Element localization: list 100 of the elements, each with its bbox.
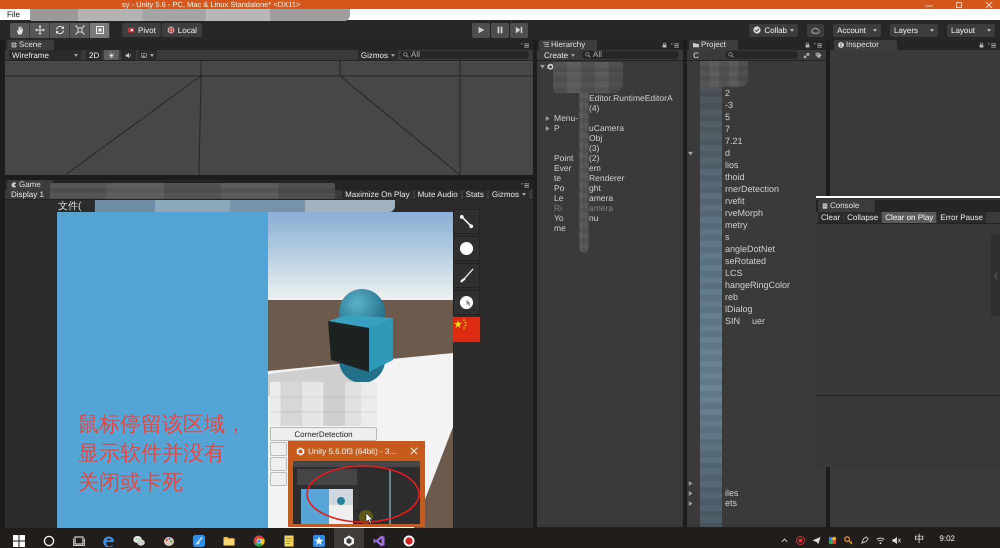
move-tool-button[interactable] <box>30 22 50 38</box>
wifi-icon[interactable] <box>876 536 886 544</box>
object-name[interactable]: Editor.RuntimeEditorA <box>589 93 673 103</box>
lighting-toggle[interactable] <box>104 50 120 60</box>
console-toggle-button[interactable]: Clear <box>818 212 844 223</box>
asset-name[interactable]: rnerDetection <box>725 184 780 194</box>
panel-menu-icon[interactable] <box>814 42 822 48</box>
panel-menu-icon[interactable] <box>988 42 996 48</box>
key-icon[interactable] <box>844 536 854 544</box>
lock-icon[interactable] <box>662 42 667 48</box>
asset-name[interactable]: metry <box>725 220 748 230</box>
object-name[interactable]: uCamera <box>589 123 624 133</box>
asset-name[interactable]: rveMorph <box>725 208 764 218</box>
side-handle[interactable] <box>991 235 1000 316</box>
asset-name[interactable]: uer <box>752 316 766 326</box>
toggle-2d-button[interactable]: 2D <box>86 50 102 60</box>
asset-name[interactable]: rvefit <box>725 196 745 206</box>
panel-menu-icon[interactable] <box>521 42 529 48</box>
object-name[interactable]: (4) <box>589 103 600 113</box>
object-name[interactable]: Renderer <box>589 173 624 183</box>
console-toggle-button[interactable]: Collapse <box>844 212 882 223</box>
gizmos-dropdown[interactable]: Gizmos <box>358 50 398 60</box>
console-tab[interactable]: Console <box>818 200 876 212</box>
asset-name[interactable]: s <box>725 232 730 242</box>
asset-name[interactable]: thoid <box>725 172 745 182</box>
object-name[interactable]: P <box>554 123 560 133</box>
dropdown-button[interactable]: Layout <box>947 24 995 36</box>
play-button[interactable] <box>472 22 490 38</box>
display-dropdown[interactable]: Display 1 <box>9 190 47 200</box>
expanded-arrow-icon[interactable] <box>688 150 693 156</box>
object-name[interactable]: (3) <box>589 143 600 153</box>
panel-menu-icon[interactable] <box>521 182 529 188</box>
object-name[interactable]: (2) <box>589 153 600 163</box>
collab-button[interactable]: Collab <box>749 24 798 36</box>
filter-icon[interactable] <box>803 52 810 58</box>
brush-tool-button[interactable] <box>453 263 480 288</box>
menu-item[interactable]: 文件( <box>58 200 82 212</box>
asset-name[interactable]: 7.21 <box>725 136 743 146</box>
asset-name[interactable]: 5 <box>725 112 730 122</box>
search-field[interactable]: All <box>582 51 679 59</box>
line-tool-button[interactable] <box>453 209 480 234</box>
tag-icon[interactable] <box>815 52 822 58</box>
object-name[interactable]: Po <box>554 183 564 193</box>
maximize-icon[interactable] <box>954 2 964 8</box>
object-name[interactable]: em <box>589 163 601 173</box>
panel-menu-icon[interactable] <box>671 42 679 48</box>
game-tab[interactable]: Game <box>7 180 53 190</box>
hand-tool-button[interactable] <box>10 22 30 38</box>
rect-tool-button[interactable] <box>90 22 110 38</box>
object-name[interactable]: Ever <box>554 163 572 173</box>
toggle-button[interactable]: Maximize On Play <box>342 190 413 200</box>
object-name[interactable]: me <box>554 223 566 233</box>
local-button[interactable]: Local <box>162 23 202 37</box>
audio-toggle[interactable] <box>121 50 136 60</box>
toggle-button[interactable]: Stats <box>462 190 487 200</box>
asset-name[interactable]: d <box>725 148 730 158</box>
asset-name[interactable]: angleDotNet <box>725 244 776 254</box>
pivot-button[interactable]: Pivot <box>122 23 161 37</box>
asset-name[interactable]: LCS <box>725 268 743 278</box>
paper-plane-icon[interactable] <box>812 536 822 544</box>
asset-name[interactable]: reb <box>725 292 738 302</box>
dropdown-button[interactable]: Account <box>833 24 881 36</box>
object-name[interactable]: Menu- <box>554 113 578 123</box>
expanded-arrow-icon[interactable] <box>540 64 545 68</box>
input-method-indicator[interactable]: 中 <box>914 534 924 546</box>
asset-name[interactable]: 2 <box>725 88 730 98</box>
search-field[interactable] <box>725 51 798 59</box>
lock-icon[interactable] <box>805 42 810 48</box>
asset-name[interactable]: seRotated <box>725 256 766 266</box>
object-name[interactable]: te <box>554 173 562 183</box>
console-toggle-button[interactable]: Error Pause <box>937 212 986 223</box>
object-name[interactable]: Yo <box>554 213 564 223</box>
speaker-icon[interactable] <box>892 536 902 544</box>
lock-icon[interactable] <box>979 42 984 48</box>
pen-nib-icon[interactable] <box>860 536 870 544</box>
clock-text[interactable]: 9:02 <box>939 534 955 543</box>
step-button[interactable] <box>510 22 528 38</box>
color-dots-icon[interactable] <box>828 536 838 544</box>
taskbar-app-button[interactable] <box>334 527 364 548</box>
language-button[interactable] <box>453 317 480 342</box>
object-name[interactable]: Le <box>554 193 564 203</box>
object-name[interactable]: Point <box>554 153 574 163</box>
asset-name[interactable]: lDialog <box>725 304 753 314</box>
toggle-button[interactable]: Mute Audio <box>414 190 461 200</box>
record-icon[interactable] <box>796 536 806 544</box>
asset-name[interactable]: -3 <box>725 100 734 110</box>
asset-name[interactable]: SIN <box>725 316 740 326</box>
create-dropdown[interactable]: C <box>691 50 701 60</box>
asset-name[interactable]: hangeRingColor <box>725 280 790 290</box>
shading-dropdown[interactable]: Wireframe <box>9 50 81 60</box>
console-toggle-button[interactable]: Clear on Play <box>882 212 936 223</box>
circle-tool-button[interactable] <box>453 236 480 261</box>
close-icon[interactable] <box>984 2 994 8</box>
hierarchy-tab[interactable]: Hierarchy <box>539 40 598 50</box>
asset-name[interactable]: 7 <box>725 124 730 134</box>
scale-tool-button[interactable] <box>70 22 90 38</box>
asset-name[interactable]: lios <box>725 160 739 170</box>
gizmos-dropdown[interactable]: Gizmos <box>488 190 529 200</box>
menu-item[interactable]: File <box>7 10 20 20</box>
list-button[interactable]: CornerDetection <box>270 427 377 441</box>
